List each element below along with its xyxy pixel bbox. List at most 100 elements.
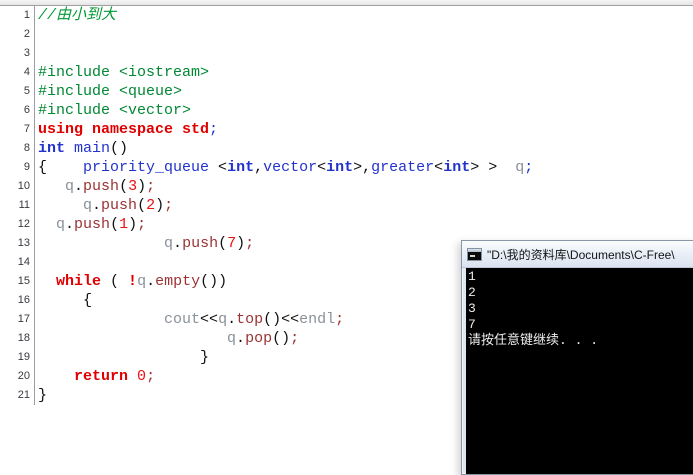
- gutter-line-number: 16: [17, 294, 30, 306]
- code-line-text[interactable]: int main(): [34, 139, 693, 158]
- code-token: q: [227, 330, 237, 347]
- gutter-line-number: 2: [23, 28, 30, 40]
- gutter-line-number: 5: [23, 85, 30, 97]
- code-line-text[interactable]: //由小到大: [34, 6, 693, 25]
- code-line-text[interactable]: q.push(2);: [34, 196, 693, 215]
- code-token: using namespace std: [38, 121, 210, 138]
- code-token: 0: [137, 368, 147, 385]
- code-token: int: [38, 140, 66, 157]
- code-token: q: [515, 159, 525, 176]
- code-token: ): [155, 197, 165, 214]
- code-token: endl: [299, 311, 336, 328]
- code-line-text[interactable]: q.push(3);: [34, 177, 693, 196]
- code-token: (): [110, 140, 129, 157]
- console-window-icon: [467, 247, 482, 261]
- code-line[interactable]: 10 q.push(3);: [0, 177, 693, 196]
- gutter-line-number: 3: [23, 47, 30, 59]
- code-token: int: [227, 159, 255, 176]
- code-token: ;: [209, 121, 219, 138]
- gutter-line-number: 11: [18, 199, 30, 211]
- code-token: push: [83, 178, 120, 195]
- code-line[interactable]: 4 #include <iostream>: [0, 63, 693, 82]
- code-token: top: [236, 311, 264, 328]
- gutter-line-number: 10: [17, 180, 30, 192]
- code-token: #include <queue>: [38, 83, 183, 100]
- code-line[interactable]: 8 int main(): [0, 139, 693, 158]
- gutter-line-number: 4: [23, 66, 30, 78]
- code-token: cout: [164, 311, 201, 328]
- gutter-line-number: 15: [17, 275, 30, 287]
- console-output-line: 请按任意键继续. . .: [468, 333, 599, 348]
- code-token: ): [137, 178, 147, 195]
- gutter-line-number: 14: [17, 256, 30, 268]
- gutter-line-number: 13: [17, 237, 30, 249]
- code-token: q: [164, 235, 174, 252]
- code-token: ;: [524, 159, 534, 176]
- code-token: (: [218, 235, 228, 252]
- code-line[interactable]: 1 //由小到大: [0, 6, 693, 25]
- code-token: <<: [200, 311, 219, 328]
- code-token: q: [218, 311, 228, 328]
- console-output-line: 3: [468, 301, 476, 316]
- code-line[interactable]: 7 using namespace std;: [0, 120, 693, 139]
- code-token: ,: [254, 159, 264, 176]
- code-line-text[interactable]: [34, 44, 693, 63]
- code-token: int: [326, 159, 354, 176]
- code-line-text[interactable]: #include <vector>: [34, 101, 693, 120]
- code-token: #include <iostream>: [38, 64, 210, 81]
- code-token: }: [38, 387, 48, 404]
- code-token: #include <vector>: [38, 102, 192, 119]
- code-token: >,: [353, 159, 372, 176]
- console-output[interactable]: 1 2 3 7 请按任意键继续. . .: [466, 268, 693, 474]
- code-token: !: [128, 273, 138, 290]
- console-title-bar[interactable]: "D:\我的资料库\Documents\C-Free\: [462, 241, 693, 268]
- gutter-line-number: 9: [23, 161, 30, 173]
- code-token: <: [209, 159, 228, 176]
- code-token: (: [101, 273, 129, 290]
- gutter-line-number: 1: [23, 9, 30, 21]
- gutter-line-number: 7: [23, 123, 30, 135]
- code-line-text[interactable]: #include <queue>: [34, 82, 693, 101]
- code-token: (: [137, 197, 147, 214]
- code-token: priority_queue: [83, 159, 210, 176]
- code-line-text[interactable]: using namespace std;: [34, 120, 693, 139]
- gutter-line-number: 8: [23, 142, 30, 154]
- console-output-line: 1: [468, 269, 476, 284]
- code-line-text[interactable]: q.push(1);: [34, 215, 693, 234]
- code-token: ;: [164, 197, 174, 214]
- gutter-line-number: 12: [17, 218, 30, 230]
- code-token: return: [74, 368, 129, 385]
- code-token: .: [236, 330, 246, 347]
- code-token: q: [137, 273, 147, 290]
- code-token: ): [128, 216, 138, 233]
- code-line-text[interactable]: #include <iostream>: [34, 63, 693, 82]
- gutter-line-number: 21: [17, 389, 30, 401]
- code-token: //由小到大: [38, 7, 117, 24]
- code-token: ;: [245, 235, 255, 252]
- code-line[interactable]: 5 #include <queue>: [0, 82, 693, 101]
- code-line[interactable]: 3: [0, 44, 693, 63]
- code-token: .: [65, 216, 75, 233]
- code-token: while: [56, 273, 102, 290]
- code-line[interactable]: 2: [0, 25, 693, 44]
- code-token: push: [101, 197, 138, 214]
- code-token: 3: [128, 178, 138, 195]
- code-line-text[interactable]: { priority_queue <int,vector<int>,greate…: [34, 158, 693, 177]
- code-token: pop: [245, 330, 273, 347]
- code-token: vector: [263, 159, 318, 176]
- code-line[interactable]: 11 q.push(2);: [0, 196, 693, 215]
- code-line-text[interactable]: [34, 25, 693, 44]
- code-line[interactable]: 9{ priority_queue <int,vector<int>,great…: [0, 158, 693, 177]
- code-token: 7: [227, 235, 237, 252]
- code-token: ;: [335, 311, 345, 328]
- code-line[interactable]: 6 #include <vector>: [0, 101, 693, 120]
- code-line[interactable]: 12 q.push(1);: [0, 215, 693, 234]
- console-window[interactable]: "D:\我的资料库\Documents\C-Free\ 1 2 3 7 请按任意键继续.…: [461, 240, 693, 475]
